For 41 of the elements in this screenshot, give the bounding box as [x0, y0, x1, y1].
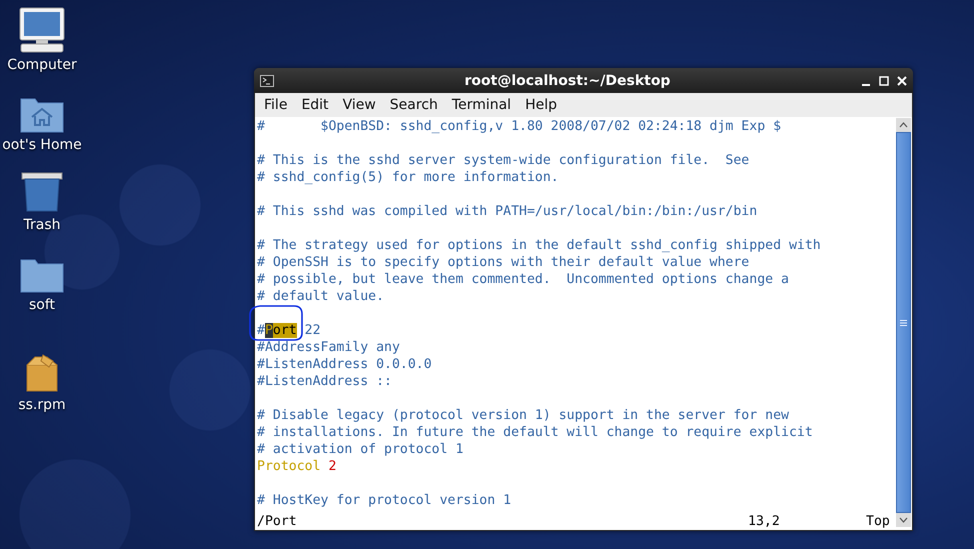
code-line: # This sshd was compiled with PATH=/usr/local/bin:/bin:/usr/bin [257, 203, 758, 220]
code-line: Protocol 2 [257, 458, 338, 475]
window-title: root@localhost:~/Desktop [464, 72, 672, 88]
cursor-position: 13,2 [748, 514, 780, 529]
command-line: /Port [257, 514, 297, 529]
code-line: # $OpenBSD: sshd_config,v 1.80 2008/07/02 02:24:18 djm Exp $ [257, 118, 782, 135]
code-line: #AddressFamily any [257, 339, 401, 356]
code-line: # The strategy used for options in the default sshd_config shipped with [257, 237, 822, 254]
desktop-icon-label[interactable]: soft [28, 297, 56, 313]
code-line: #ListenAddress 0.0.0.0 [257, 356, 433, 373]
code-line: # installations. In future the default will change to require explicit [257, 424, 814, 441]
code-line: # OpenSSH is to specify options with their default value where [257, 254, 750, 271]
menu-item[interactable]: Edit [294, 97, 336, 113]
desktop-icon-label[interactable]: Trash [24, 217, 60, 233]
menu-item[interactable]: Help [518, 97, 564, 113]
code-line: # HostKey for protocol version 1 [257, 492, 512, 509]
menu-item[interactable]: Search [382, 97, 445, 113]
menu-item[interactable]: File [257, 97, 294, 113]
desktop-icon-label[interactable]: oot's Home [2, 137, 82, 153]
menu-item[interactable]: View [336, 97, 383, 113]
package-icon [25, 353, 59, 393]
grip-icon [900, 320, 907, 326]
code-line: #Port 22 [257, 322, 322, 339]
terminal-icon [260, 74, 274, 86]
maximize-icon[interactable] [879, 76, 889, 86]
scrollbar[interactable] [896, 118, 911, 527]
desktop-icon-label[interactable]: ss.rpm [18, 397, 66, 413]
code-line: # This is the sshd server system-wide configuration file. See [257, 152, 750, 169]
folder-icon [20, 257, 64, 293]
code-line: #ListenAddress :: [257, 373, 393, 390]
trash-icon [20, 171, 64, 213]
close-icon[interactable] [897, 76, 907, 86]
code-line: # activation of protocol 1 [257, 441, 464, 458]
desktop-icon-label[interactable]: Computer [7, 57, 77, 73]
code-line: # Disable legacy (protocol version 1) support in the server for new [257, 407, 790, 424]
code-line: # possible, but leave them commented. Uncommented options change a [257, 271, 790, 288]
code-line: # sshd_config(5) for more information. [257, 169, 560, 186]
scroll-position: Top [866, 514, 890, 529]
code-line: # default value. [257, 288, 386, 305]
computer-icon [18, 7, 66, 53]
menu-item[interactable]: Terminal [444, 97, 518, 113]
